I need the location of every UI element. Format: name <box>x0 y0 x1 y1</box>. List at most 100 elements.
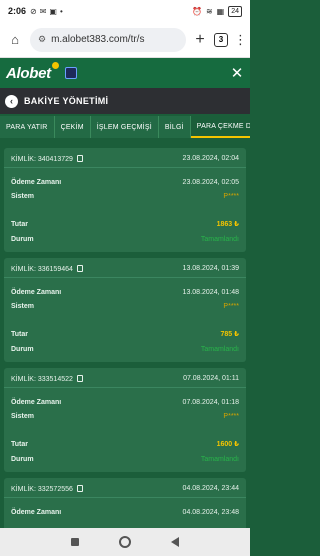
alarm-off-icon: ⊘ <box>30 6 37 16</box>
payment-time-value: 07.08.2024, 01:18 <box>182 398 239 406</box>
alobet-logo[interactable]: Alobet <box>6 65 51 82</box>
divider <box>4 387 246 388</box>
wifi-icon: ≋ <box>205 6 213 16</box>
amount-row: Tutar 1863 ₺ <box>11 218 239 230</box>
transaction-card: KİMLİK: 340413729 23.08.2024, 02:04 Ödem… <box>4 148 246 252</box>
payment-time-row: Ödeme Zamanı 07.08.2024, 01:18 <box>11 396 239 408</box>
section-header: ‹ BAKİYE YÖNETİMİ <box>0 88 250 114</box>
system-value: P**** <box>223 192 239 200</box>
promo-icon[interactable] <box>64 67 77 79</box>
payment-time-label: Ödeme Zamanı <box>11 508 62 516</box>
back-triangle-icon[interactable] <box>171 537 179 547</box>
amount-label: Tutar <box>11 440 28 448</box>
id-label: KİMLİK: <box>11 155 36 163</box>
amount-value: 785 ₺ <box>220 331 240 338</box>
status-badge: Tamamlandı <box>200 235 239 243</box>
image-icon: ▣ <box>49 6 57 16</box>
amount-row: Tutar 1600 ₺ <box>11 438 239 450</box>
copy-icon[interactable] <box>76 154 83 162</box>
transaction-card: KİMLİK: 332572556 04.08.2024, 23:44 Ödem… <box>4 478 246 528</box>
divider <box>4 277 246 278</box>
card-header: KİMLİK: 333514522 07.08.2024, 01:11 <box>11 372 239 384</box>
transaction-id: 336159464 <box>37 265 73 273</box>
status-bar: 2:06 ⊘ ✉ ▣ • ⏰ ≋ ▦ 24 <box>0 0 250 22</box>
system-label: Sistem <box>11 302 34 310</box>
payment-time-label: Ödeme Zamanı <box>11 288 62 296</box>
created-date: 23.08.2024, 02:04 <box>182 154 239 162</box>
tab-deposit[interactable]: PARA YATIR <box>0 116 55 138</box>
amount-row: Tutar 785 ₺ <box>11 328 239 340</box>
home-icon[interactable]: ⌂ <box>6 31 24 49</box>
id-label: KİMLİK: <box>11 375 36 383</box>
payment-time-value: 23.08.2024, 02:05 <box>182 178 239 186</box>
battery-icon: 24 <box>228 5 242 17</box>
status-badge: Tamamlandı <box>200 345 239 353</box>
app-header: Alobet ✕ <box>0 58 250 88</box>
created-date: 04.08.2024, 23:44 <box>182 484 239 492</box>
amount-value: 1863 ₺ <box>216 221 239 228</box>
back-icon[interactable]: ‹ <box>5 94 18 108</box>
system-label: Sistem <box>11 192 34 200</box>
status-row: Durum Tamamlandı <box>11 453 239 465</box>
status-label: Durum <box>11 235 34 243</box>
transaction-card: KİMLİK: 336159464 13.08.2024, 01:39 Ödem… <box>4 258 246 362</box>
browser-toolbar: ⌂ ⚙ m.alobet383.com/tr/s + 3 ⋮ <box>0 22 250 58</box>
address-bar[interactable]: ⚙ m.alobet383.com/tr/s <box>30 27 186 52</box>
amount-value: 1600 ₺ <box>216 441 239 448</box>
tab-bar: PARA YATIR ÇEKİM İŞLEM GEÇMİŞİ BİLGİ PAR… <box>0 116 250 138</box>
system-row: Sistem P**** <box>11 410 239 422</box>
new-tab-icon[interactable]: + <box>192 31 208 49</box>
url-text: m.alobet383.com/tr/s <box>51 34 145 45</box>
status-time: 2:06 <box>8 6 27 16</box>
card-header: KİMLİK: 340413729 23.08.2024, 02:04 <box>11 152 239 164</box>
system-value: P**** <box>223 302 239 310</box>
divider <box>4 497 246 498</box>
copy-icon[interactable] <box>76 484 83 492</box>
more-menu-icon[interactable]: ⋮ <box>234 33 247 46</box>
card-header: KİMLİK: 336159464 13.08.2024, 01:39 <box>11 262 239 274</box>
recents-icon[interactable] <box>71 538 79 546</box>
status-right: ⏰ ≋ ▦ 24 <box>191 5 242 17</box>
payment-time-row: Ödeme Zamanı 04.08.2024, 23:48 <box>11 506 239 518</box>
alarm-icon: ⏰ <box>191 6 202 16</box>
transaction-id: 340413729 <box>37 155 73 163</box>
payment-time-label: Ödeme Zamanı <box>11 178 62 186</box>
tab-info[interactable]: BİLGİ <box>159 116 191 138</box>
transaction-list: KİMLİK: 340413729 23.08.2024, 02:04 Ödem… <box>0 142 250 528</box>
system-nav-bar <box>0 528 250 556</box>
payment-time-row: Ödeme Zamanı 13.08.2024, 01:48 <box>11 286 239 298</box>
tab-withdraw-status[interactable]: PARA ÇEKME DU <box>190 116 250 138</box>
copy-icon[interactable] <box>76 374 83 382</box>
page-title: BAKİYE YÖNETİMİ <box>24 96 109 106</box>
status-notification-icons: ⊘ ✉ ▣ • <box>30 7 63 16</box>
tab-transaction-history[interactable]: İŞLEM GEÇMİŞİ <box>91 116 159 138</box>
payment-time-row: Ödeme Zamanı 23.08.2024, 02:05 <box>11 176 239 188</box>
system-value: P**** <box>223 412 239 420</box>
copy-icon[interactable] <box>76 264 83 272</box>
transaction-id: 333514522 <box>37 375 73 383</box>
dot-icon: • <box>59 6 63 16</box>
mail-icon: ✉ <box>39 6 47 16</box>
system-row: Sistem P**** <box>11 190 239 202</box>
sim-icon: ▦ <box>216 6 225 16</box>
tab-switcher-button[interactable]: 3 <box>214 32 228 47</box>
created-date: 07.08.2024, 01:11 <box>183 374 239 382</box>
id-label: KİMLİK: <box>11 485 36 493</box>
site-settings-icon[interactable]: ⚙ <box>38 34 46 45</box>
payment-time-label: Ödeme Zamanı <box>11 398 62 406</box>
amount-label: Tutar <box>11 220 28 228</box>
tab-withdraw[interactable]: ÇEKİM <box>55 116 91 138</box>
status-badge: Tamamlandı <box>200 455 239 463</box>
payment-time-value: 13.08.2024, 01:48 <box>182 288 239 296</box>
close-icon[interactable]: ✕ <box>230 64 244 82</box>
transaction-id: 332572556 <box>37 485 73 493</box>
id-label: KİMLİK: <box>11 265 36 273</box>
created-date: 13.08.2024, 01:39 <box>182 264 239 272</box>
logo-badge-icon <box>51 61 59 69</box>
divider <box>4 167 246 168</box>
amount-label: Tutar <box>11 330 28 338</box>
status-row: Durum Tamamlandı <box>11 233 239 245</box>
status-label: Durum <box>11 345 34 353</box>
card-header: KİMLİK: 332572556 04.08.2024, 23:44 <box>11 482 239 494</box>
home-button-icon[interactable] <box>119 536 131 548</box>
